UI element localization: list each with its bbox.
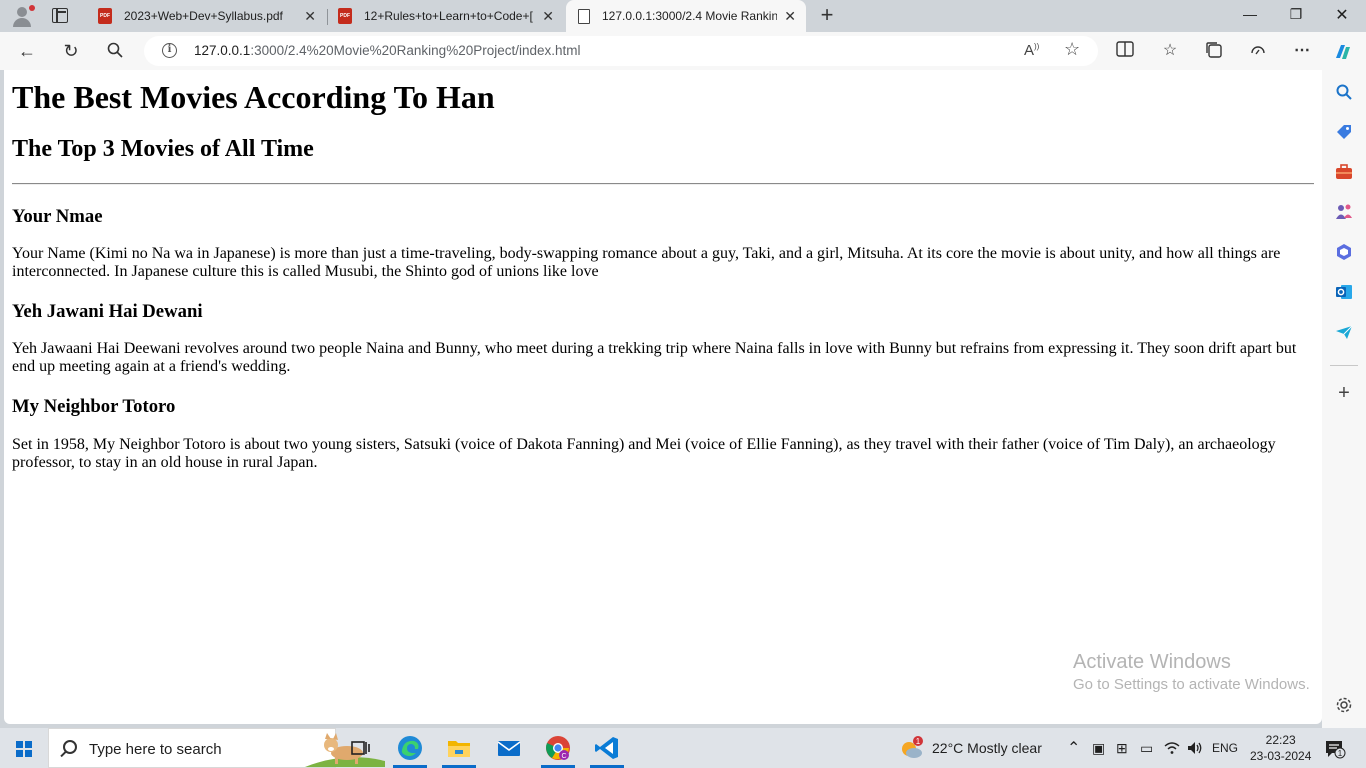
search-icon bbox=[63, 740, 77, 754]
url-path: :3000/2.4%20Movie%20Ranking%20Project/in… bbox=[250, 43, 581, 58]
clock-date: 23-03-2024 bbox=[1250, 749, 1312, 763]
taskbar-search-box[interactable]: Type here to search bbox=[48, 728, 385, 768]
vscode-icon[interactable] bbox=[593, 734, 621, 762]
browser-toolbar: ← ↻ i 127.0.0.1:3000/2.4%20Movie%20Ranki… bbox=[0, 32, 1366, 70]
weather-text[interactable]: 22°C Mostly clear bbox=[932, 740, 1042, 756]
clock-time: 22:23 bbox=[1265, 733, 1296, 747]
movie-title: Your Nmae bbox=[12, 206, 103, 227]
movie-title: My Neighbor Totoro bbox=[12, 396, 176, 417]
search-placeholder: Type here to search bbox=[89, 741, 222, 758]
read-aloud-icon[interactable]: A)) bbox=[1024, 42, 1039, 59]
movie-description: Your Name (Kimi no Na wa in Japanese) is… bbox=[12, 245, 1281, 280]
activate-windows-watermark: Activate Windows Go to Settings to activ… bbox=[1073, 651, 1310, 693]
split-screen-icon[interactable] bbox=[1115, 41, 1135, 61]
windows-taskbar: Type here to search C 1 22°C Mostly clea… bbox=[0, 728, 1366, 768]
add-sidebar-app-icon[interactable]: + bbox=[1335, 383, 1353, 403]
weather-icon[interactable]: 1 bbox=[900, 736, 924, 760]
copilot-icon[interactable] bbox=[1332, 41, 1352, 61]
minimize-button[interactable]: — bbox=[1238, 6, 1262, 22]
tab-movie-ranking[interactable]: 127.0.0.1:3000/2.4 Movie Ranking ✕ bbox=[566, 0, 806, 32]
search-button[interactable] bbox=[104, 41, 126, 61]
page-title: The Best Movies According To Han bbox=[12, 79, 495, 115]
file-explorer-icon[interactable] bbox=[445, 734, 473, 762]
taskbar-clock[interactable]: 22:23 23-03-2024 bbox=[1250, 732, 1311, 764]
games-icon[interactable] bbox=[1335, 203, 1353, 221]
pdf-icon bbox=[338, 8, 352, 24]
meet-now-icon[interactable]: ▣ bbox=[1092, 740, 1105, 757]
wifi-icon[interactable] bbox=[1164, 741, 1180, 755]
sidebar-divider bbox=[1330, 365, 1358, 366]
profile-avatar-icon[interactable] bbox=[10, 5, 35, 27]
shopping-tag-icon[interactable] bbox=[1335, 123, 1353, 141]
tab-syllabus-pdf[interactable]: 2023+Web+Dev+Syllabus.pdf ✕ bbox=[88, 0, 326, 32]
movie-title: Yeh Jawani Hai Dewani bbox=[12, 301, 203, 322]
close-icon[interactable]: ✕ bbox=[784, 8, 796, 25]
page-viewport: The Best Movies According To Han The Top… bbox=[4, 70, 1322, 724]
tab-strip: 2023+Web+Dev+Syllabus.pdf ✕ 12+Rules+to+… bbox=[0, 0, 1366, 32]
volume-icon[interactable] bbox=[1186, 740, 1204, 756]
input-language[interactable]: ENG bbox=[1212, 741, 1238, 755]
tools-briefcase-icon[interactable] bbox=[1335, 163, 1353, 181]
refresh-button[interactable]: ↻ bbox=[60, 41, 82, 61]
divider bbox=[12, 183, 1314, 185]
watermark-subtitle: Go to Settings to activate Windows. bbox=[1073, 676, 1310, 693]
site-info-icon[interactable]: i bbox=[162, 43, 177, 58]
edge-browser-icon[interactable] bbox=[396, 734, 424, 762]
new-tab-button[interactable]: + bbox=[816, 4, 838, 26]
collections-icon[interactable] bbox=[1204, 41, 1224, 61]
page-subtitle: The Top 3 Movies of All Time bbox=[12, 136, 314, 162]
tab-title: 2023+Web+Dev+Syllabus.pdf bbox=[124, 9, 283, 23]
weather-badge: 1 bbox=[916, 737, 921, 746]
close-icon[interactable]: ✕ bbox=[542, 8, 554, 25]
edge-sidebar: + bbox=[1322, 70, 1366, 728]
back-button[interactable]: ← bbox=[16, 41, 38, 61]
restore-button[interactable]: ❐ bbox=[1284, 6, 1308, 23]
window-close-button[interactable]: ✕ bbox=[1330, 5, 1354, 25]
favorites-icon[interactable]: ☆ bbox=[1160, 41, 1180, 61]
notification-count: 1 bbox=[1338, 749, 1343, 758]
sidebar-search-icon[interactable] bbox=[1335, 83, 1353, 101]
url-host: 127.0.0.1 bbox=[194, 43, 251, 58]
url-text[interactable]: 127.0.0.1:3000/2.4%20Movie%20Ranking%20P… bbox=[194, 43, 581, 58]
favorite-star-icon[interactable]: ☆ bbox=[1064, 39, 1080, 60]
tab-title: 12+Rules+to+Learn+to+Code+[ bbox=[364, 9, 533, 23]
start-button[interactable] bbox=[16, 741, 32, 757]
pdf-icon bbox=[98, 8, 112, 24]
movie-description: Set in 1958, My Neighbor Totoro is about… bbox=[12, 436, 1276, 471]
system-tray-app-icon[interactable]: ⊞ bbox=[1116, 740, 1128, 757]
drop-send-icon[interactable] bbox=[1335, 323, 1353, 341]
performance-icon[interactable] bbox=[1248, 41, 1268, 61]
show-hidden-icons-chevron-icon[interactable]: ⌃ bbox=[1067, 738, 1080, 758]
tab-rules-pdf[interactable]: 12+Rules+to+Learn+to+Code+[ ✕ bbox=[328, 0, 564, 32]
more-options-icon[interactable]: ⋯ bbox=[1292, 41, 1312, 61]
microsoft-365-icon[interactable] bbox=[1335, 243, 1353, 261]
search-icon bbox=[107, 42, 123, 58]
close-icon[interactable]: ✕ bbox=[304, 8, 316, 25]
watermark-title: Activate Windows bbox=[1073, 651, 1231, 673]
svg-text:C: C bbox=[561, 753, 566, 760]
page-icon bbox=[578, 8, 590, 24]
tab-title: 127.0.0.1:3000/2.4 Movie Ranking bbox=[602, 9, 777, 23]
chrome-icon[interactable]: C bbox=[544, 734, 572, 762]
address-bar[interactable]: i 127.0.0.1:3000/2.4%20Movie%20Ranking%2… bbox=[144, 36, 1098, 66]
task-view-icon[interactable] bbox=[346, 734, 374, 762]
movie-description: Yeh Jawaani Hai Deewani revolves around … bbox=[12, 340, 1297, 375]
notifications-icon[interactable]: 1 bbox=[1324, 739, 1346, 759]
sidebar-settings-gear-icon[interactable] bbox=[1335, 696, 1353, 714]
tab-actions-icon[interactable] bbox=[52, 8, 68, 23]
battery-icon[interactable]: ▭ bbox=[1140, 740, 1153, 757]
outlook-icon[interactable] bbox=[1335, 283, 1353, 301]
mail-icon[interactable] bbox=[495, 734, 523, 762]
